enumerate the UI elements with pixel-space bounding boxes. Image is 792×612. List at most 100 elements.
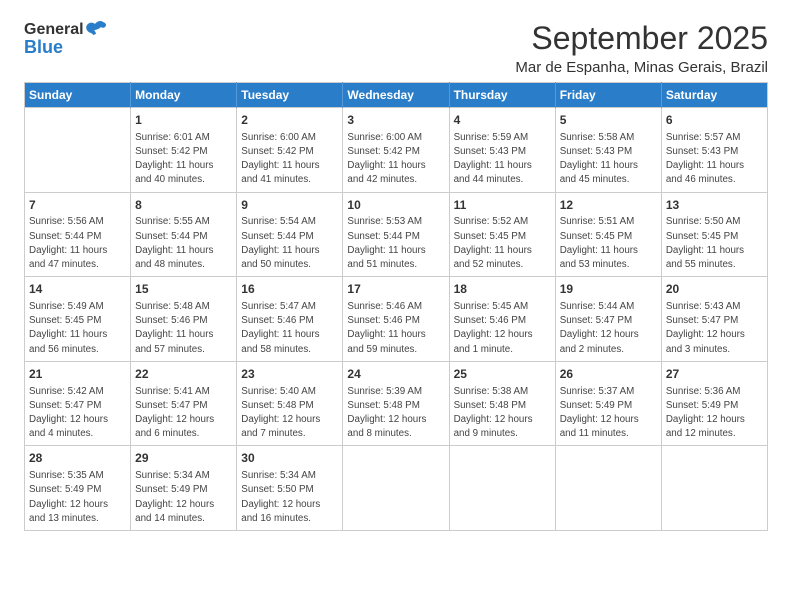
day-number: 23 (241, 366, 338, 383)
calendar-cell: 8Sunrise: 5:55 AMSunset: 5:44 PMDaylight… (131, 192, 237, 277)
day-number: 6 (666, 112, 763, 129)
day-number: 7 (29, 197, 126, 214)
day-number: 19 (560, 281, 657, 298)
day-header-wednesday: Wednesday (343, 83, 449, 108)
calendar-cell: 22Sunrise: 5:41 AMSunset: 5:47 PMDayligh… (131, 361, 237, 446)
calendar-header: SundayMondayTuesdayWednesdayThursdayFrid… (25, 83, 768, 108)
day-info: Sunrise: 5:42 AMSunset: 5:47 PMDaylight:… (29, 385, 126, 442)
day-number: 5 (560, 112, 657, 129)
day-info: Sunrise: 5:47 AMSunset: 5:46 PMDaylight:… (241, 300, 338, 357)
calendar-cell: 9Sunrise: 5:54 AMSunset: 5:44 PMDaylight… (237, 192, 343, 277)
calendar-cell: 15 Sunrise: 5:48 AMSunset: 5:46 PMDayligh… (131, 277, 237, 362)
calendar-cell: 17Sunrise: 5:46 AMSunset: 5:46 PMDayligh… (343, 277, 449, 362)
calendar-cell: 27 Sunrise: 5:36 AMSunset: 5:49 PMDayligh… (661, 361, 767, 446)
day-info: Sunrise: 5:45 AMSunset: 5:46 PMDaylight:… (454, 300, 551, 357)
day-info: Sunrise: 6:00 AMSunset: 5:42 PMDaylight:… (241, 131, 338, 188)
day-info: Sunrise: 5:38 AMSunset: 5:48 PMDaylight:… (454, 385, 551, 442)
title-section: September 2025 Mar de Espanha, Minas Ger… (515, 20, 768, 76)
day-info: Sunrise: 5:40 AMSunset: 5:48 PMDaylight:… (241, 385, 338, 442)
day-number: 27 (666, 366, 763, 383)
day-info: Sunrise: 5:48 AMSunset: 5:46 PMDaylight:… (135, 300, 232, 357)
logo: General Blue (24, 20, 107, 58)
day-header-thursday: Thursday (449, 83, 555, 108)
calendar-cell: 25 Sunrise: 5:38 AMSunset: 5:48 PMDayligh… (449, 361, 555, 446)
day-info: Sunrise: 5:53 AMSunset: 5:44 PMDaylight:… (347, 215, 444, 272)
calendar-cell: 21 Sunrise: 5:42 AMSunset: 5:47 PMDayligh… (25, 361, 131, 446)
calendar-cell: 20 Sunrise: 5:43 AMSunset: 5:47 PMDayligh… (661, 277, 767, 362)
day-info: Sunrise: 5:51 AMSunset: 5:45 PMDaylight:… (560, 215, 657, 272)
day-info: Sunrise: 5:34 AMSunset: 5:50 PMDaylight:… (241, 469, 338, 526)
calendar-cell: 30 Sunrise: 5:34 AMSunset: 5:50 PMDayligh… (237, 446, 343, 531)
day-info: Sunrise: 5:54 AMSunset: 5:44 PMDaylight:… (241, 215, 338, 272)
location-subtitle: Mar de Espanha, Minas Gerais, Brazil (515, 59, 768, 76)
page-header: General Blue September 2025 Mar de Espan… (24, 20, 768, 76)
day-header-tuesday: Tuesday (237, 83, 343, 108)
day-number: 24 (347, 366, 444, 383)
day-info: Sunrise: 5:57 AMSunset: 5:43 PMDaylight:… (666, 131, 763, 188)
day-info: Sunrise: 5:39 AMSunset: 5:48 PMDaylight:… (347, 385, 444, 442)
calendar-cell: 18 Sunrise: 5:45 AMSunset: 5:46 PMDayligh… (449, 277, 555, 362)
calendar-cell: 11Sunrise: 5:52 AMSunset: 5:45 PMDayligh… (449, 192, 555, 277)
calendar-table: SundayMondayTuesdayWednesdayThursdayFrid… (24, 82, 768, 531)
day-number: 16 (241, 281, 338, 298)
day-header-saturday: Saturday (661, 83, 767, 108)
calendar-cell: 24 Sunrise: 5:39 AMSunset: 5:48 PMDayligh… (343, 361, 449, 446)
calendar-week-3: 14 Sunrise: 5:49 AMSunset: 5:45 PMDayligh… (25, 277, 768, 362)
day-info: Sunrise: 6:01 AMSunset: 5:42 PMDaylight:… (135, 131, 232, 188)
calendar-cell: 3Sunrise: 6:00 AMSunset: 5:42 PMDaylight… (343, 108, 449, 193)
day-number: 28 (29, 450, 126, 467)
day-number: 9 (241, 197, 338, 214)
day-header-monday: Monday (131, 83, 237, 108)
calendar-cell: 1 Sunrise: 6:01 AMSunset: 5:42 PMDaylight… (131, 108, 237, 193)
day-number: 8 (135, 197, 232, 214)
calendar-week-1: 1 Sunrise: 6:01 AMSunset: 5:42 PMDaylight… (25, 108, 768, 193)
calendar-cell: 2Sunrise: 6:00 AMSunset: 5:42 PMDaylight… (237, 108, 343, 193)
calendar-cell (449, 446, 555, 531)
day-number: 17 (347, 281, 444, 298)
calendar-cell: 19 Sunrise: 5:44 AMSunset: 5:47 PMDayligh… (555, 277, 661, 362)
day-info: Sunrise: 5:55 AMSunset: 5:44 PMDaylight:… (135, 215, 232, 272)
calendar-week-5: 28 Sunrise: 5:35 AMSunset: 5:49 PMDayligh… (25, 446, 768, 531)
calendar-week-2: 7Sunrise: 5:56 AMSunset: 5:44 PMDaylight… (25, 192, 768, 277)
day-number: 11 (454, 197, 551, 214)
calendar-cell: 23 Sunrise: 5:40 AMSunset: 5:48 PMDayligh… (237, 361, 343, 446)
day-number: 29 (135, 450, 232, 467)
month-title: September 2025 (515, 20, 768, 57)
calendar-cell (343, 446, 449, 531)
day-number: 18 (454, 281, 551, 298)
day-number: 14 (29, 281, 126, 298)
day-info: Sunrise: 5:44 AMSunset: 5:47 PMDaylight:… (560, 300, 657, 357)
day-info: Sunrise: 5:37 AMSunset: 5:49 PMDaylight:… (560, 385, 657, 442)
day-info: Sunrise: 5:41 AMSunset: 5:47 PMDaylight:… (135, 385, 232, 442)
day-number: 26 (560, 366, 657, 383)
calendar-cell (661, 446, 767, 531)
day-info: Sunrise: 5:58 AMSunset: 5:43 PMDaylight:… (560, 131, 657, 188)
day-number: 30 (241, 450, 338, 467)
day-number: 13 (666, 197, 763, 214)
day-info: Sunrise: 5:52 AMSunset: 5:45 PMDaylight:… (454, 215, 551, 272)
day-number: 1 (135, 112, 232, 129)
day-number: 21 (29, 366, 126, 383)
day-number: 15 (135, 281, 232, 298)
calendar-cell: 5 Sunrise: 5:58 AMSunset: 5:43 PMDaylight… (555, 108, 661, 193)
day-info: Sunrise: 5:43 AMSunset: 5:47 PMDaylight:… (666, 300, 763, 357)
day-header-friday: Friday (555, 83, 661, 108)
day-info: Sunrise: 5:50 AMSunset: 5:45 PMDaylight:… (666, 215, 763, 272)
day-number: 25 (454, 366, 551, 383)
day-info: Sunrise: 5:36 AMSunset: 5:49 PMDaylight:… (666, 385, 763, 442)
day-info: Sunrise: 5:35 AMSunset: 5:49 PMDaylight:… (29, 469, 126, 526)
logo-blue-text: Blue (24, 38, 63, 58)
calendar-cell: 6 Sunrise: 5:57 AMSunset: 5:43 PMDaylight… (661, 108, 767, 193)
day-number: 10 (347, 197, 444, 214)
day-number: 20 (666, 281, 763, 298)
day-info: Sunrise: 5:59 AMSunset: 5:43 PMDaylight:… (454, 131, 551, 188)
calendar-cell: 29Sunrise: 5:34 AMSunset: 5:49 PMDayligh… (131, 446, 237, 531)
day-number: 3 (347, 112, 444, 129)
day-number: 12 (560, 197, 657, 214)
day-info: Sunrise: 5:49 AMSunset: 5:45 PMDaylight:… (29, 300, 126, 357)
calendar-cell: 26 Sunrise: 5:37 AMSunset: 5:49 PMDayligh… (555, 361, 661, 446)
calendar-body: 1 Sunrise: 6:01 AMSunset: 5:42 PMDaylight… (25, 108, 768, 531)
calendar-cell: 13Sunrise: 5:50 AMSunset: 5:45 PMDayligh… (661, 192, 767, 277)
calendar-cell: 12Sunrise: 5:51 AMSunset: 5:45 PMDayligh… (555, 192, 661, 277)
calendar-cell: 4Sunrise: 5:59 AMSunset: 5:43 PMDaylight… (449, 108, 555, 193)
